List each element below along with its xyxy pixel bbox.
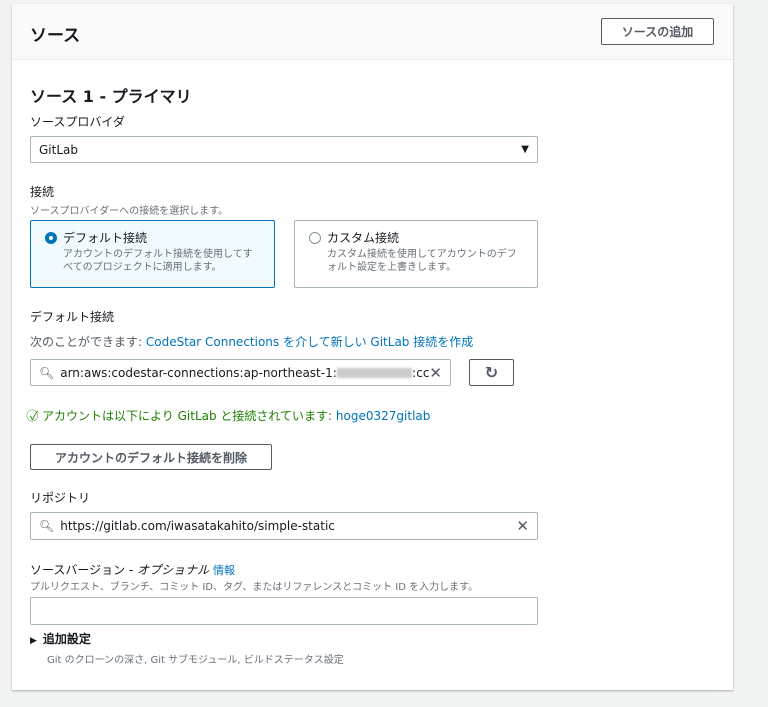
caret-right-icon: ▶ — [30, 636, 37, 646]
clear-icon[interactable]: ✕ — [516, 517, 529, 535]
provider-value: GitLab — [39, 142, 78, 157]
additional-settings-toggle[interactable]: ▶ 追加設定 — [30, 630, 91, 647]
repository-value: https://gitlab.com/iwasatakahito/simple-… — [60, 519, 335, 533]
tile-desc: カスタム接続を使用してアカウントのデフォルト設定を上書きします。 — [327, 249, 517, 273]
add-source-button[interactable]: ソースの追加 — [601, 18, 714, 45]
provider-label: ソースプロバイダ — [30, 115, 125, 129]
refresh-icon: ↻ — [484, 363, 499, 382]
redacted-text — [336, 367, 413, 378]
connection-arn-input[interactable]: 🔍︎ arn:aws:codestar-connections:ap-north… — [30, 359, 451, 386]
source-version-desc: プルリクエスト、ブランチ、コミット ID、タグ、またはリファレンスとコミット I… — [30, 582, 479, 593]
connection-status: ✓⃝ アカウントは以下により GitLab と接続されています: hoge032… — [30, 407, 430, 424]
connection-desc: ソースプロバイダーへの接続を選択します。 — [30, 206, 229, 217]
tile-desc: アカウントのデフォルト接続を使用してすべてのプロジェクトに適用します。 — [63, 249, 253, 273]
source-title: ソース 1 - プライマリ — [30, 87, 192, 106]
create-connection-link[interactable]: CodeStar Connections を介して新しい GitLab 接続を作… — [146, 335, 473, 349]
search-icon: 🔍︎ — [39, 365, 55, 380]
refresh-button[interactable]: ↻ — [469, 359, 514, 386]
tile-default-connection[interactable]: デフォルト接続 アカウントのデフォルト接続を使用してすべてのプロジェクトに適用し… — [30, 220, 275, 288]
delete-default-connection-button[interactable]: アカウントのデフォルト接続を削除 — [30, 444, 272, 470]
create-connection-text: 次のことができます: CodeStar Connections を介して新しい … — [30, 333, 473, 350]
create-prefix: 次のことができます: — [30, 335, 146, 349]
provider-select[interactable]: GitLab ▼ — [30, 136, 538, 163]
radio-selected-icon[interactable] — [45, 232, 57, 244]
check-circle-icon: ✓⃝ — [30, 409, 39, 423]
arn-suffix: :cc — [412, 365, 430, 380]
search-icon: 🔍︎ — [39, 519, 55, 533]
source-version-label: ソースバージョン - オプショナル 情報 — [30, 561, 235, 578]
info-link[interactable]: 情報 — [213, 564, 235, 577]
additional-title: 追加設定 — [42, 632, 91, 646]
additional-settings-desc: Git のクローンの深さ, Git サブモジュール, ビルドステータス設定 — [47, 655, 344, 666]
panel-title: ソース — [30, 26, 81, 46]
connection-name-link[interactable]: hoge0327gitlab — [336, 409, 430, 423]
tile-title: デフォルト接続 — [63, 231, 148, 245]
radio-unselected-icon[interactable] — [309, 232, 321, 244]
status-text: アカウントは以下により GitLab と接続されています: — [42, 409, 336, 423]
version-label-text: ソースバージョン - — [30, 563, 138, 577]
connection-label: 接続 — [30, 185, 55, 199]
source-version-input[interactable] — [30, 597, 538, 625]
optional-text: オプショナル — [137, 563, 210, 577]
default-connection-label: デフォルト接続 — [30, 310, 115, 324]
caret-down-icon: ▼ — [521, 144, 529, 155]
tile-custom-connection[interactable]: カスタム接続 カスタム接続を使用してアカウントのデフォルト設定を上書きします。 — [294, 220, 538, 288]
tile-title: カスタム接続 — [327, 231, 400, 245]
arn-value: arn:aws:codestar-connections:ap-northeas… — [60, 365, 337, 380]
repository-input[interactable]: 🔍︎ https://gitlab.com/iwasatakahito/simp… — [30, 512, 538, 540]
repository-label: リポジトリ — [30, 491, 91, 505]
clear-icon[interactable]: ✕ — [429, 364, 442, 382]
